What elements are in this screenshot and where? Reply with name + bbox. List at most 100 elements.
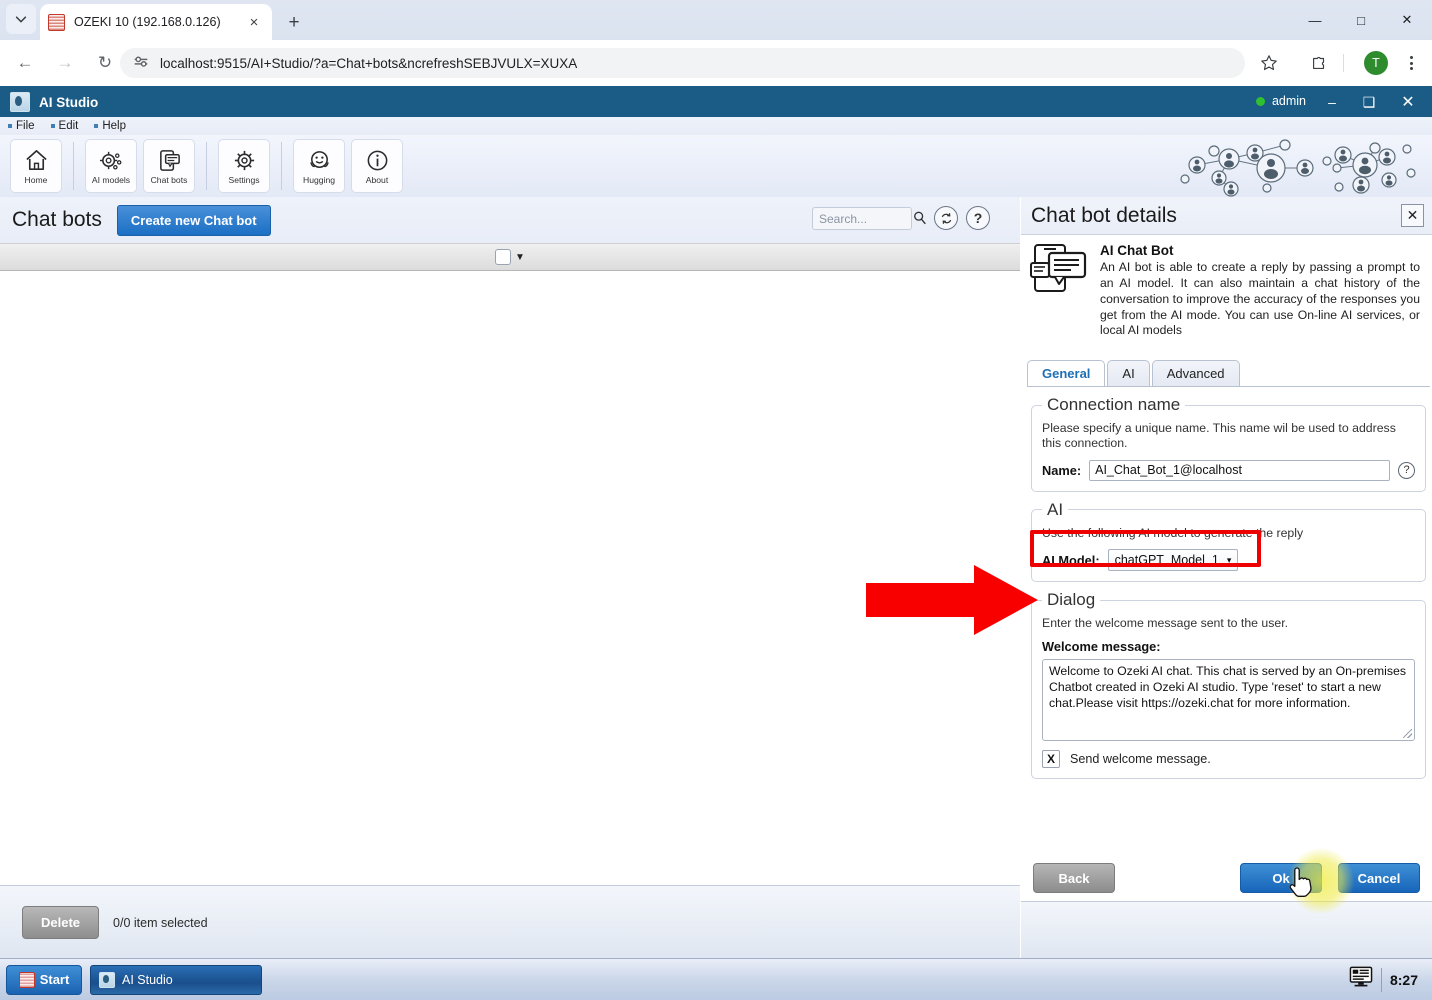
address-bar[interactable]: localhost:9515/AI+Studio/?a=Chat+bots&nc…: [120, 48, 1245, 78]
tab-title: OZEKI 10 (192.168.0.126): [74, 15, 221, 29]
delete-button[interactable]: Delete: [22, 906, 100, 939]
taskbar: Start AI Studio 8:27: [0, 958, 1432, 1000]
start-logo-icon: [18, 971, 35, 988]
toolbar-button-ai-models[interactable]: AI models: [85, 139, 137, 193]
browser-minimize-button[interactable]: —: [1292, 4, 1338, 36]
app-title-bar: AI Studio admin – ❑ ✕: [0, 87, 1432, 117]
tab-search-button[interactable]: [6, 4, 36, 34]
name-label: Name:: [1042, 462, 1082, 478]
connection-name-hint: Please specify a unique name. This name …: [1042, 421, 1396, 451]
star-icon: [1261, 55, 1277, 71]
resize-grip-icon[interactable]: [1403, 729, 1412, 739]
name-field-row: Name: AI_Chat_Bot_1@localhost ?: [1042, 459, 1415, 481]
select-all-checkbox[interactable]: [495, 249, 512, 265]
toolbar-label: About: [365, 175, 389, 185]
ai-model-select[interactable]: chatGPT_Model_1 ▾: [1107, 549, 1239, 572]
chevron-down-icon[interactable]: ▼: [515, 252, 525, 263]
toolbar-divider: [206, 142, 207, 190]
toolbar-label: Hugging: [302, 175, 335, 185]
browser-maximize-button[interactable]: □: [1338, 4, 1384, 36]
extensions-icon[interactable]: [1306, 50, 1332, 76]
toolbar-button-hugging[interactable]: Hugging: [293, 139, 345, 193]
home-icon: [22, 147, 50, 173]
send-welcome-message-label: Send welcome message.: [1070, 752, 1211, 767]
start-button[interactable]: Start: [6, 964, 82, 995]
connection-name-group: Connection name Please specify a unique …: [1031, 395, 1426, 492]
app-minimize-button[interactable]: –: [1314, 87, 1350, 117]
gear-icon: [230, 147, 258, 173]
chat-bots-list-panel: Chat bots Create new Chat bot Search...: [0, 197, 1020, 959]
details-action-buttons: Back Ok Cancel: [1021, 855, 1432, 901]
bookmark-star-icon[interactable]: [1256, 50, 1282, 76]
details-intro-title: AI Chat Bot: [1100, 243, 1174, 258]
search-icon[interactable]: [912, 210, 928, 231]
chat-bots-header: Chat bots Create new Chat bot Search...: [0, 197, 1020, 243]
clock: 8:27: [1389, 971, 1418, 988]
display-icon[interactable]: [1349, 966, 1373, 993]
taskbar-item-ai-studio[interactable]: AI Studio: [90, 964, 262, 995]
name-help-icon[interactable]: ?: [1398, 461, 1415, 479]
tab-ai[interactable]: AI: [1107, 360, 1150, 386]
chevron-down-icon: [15, 16, 27, 23]
dialog-group: Dialog Enter the welcome message sent to…: [1031, 590, 1426, 780]
app-close-button[interactable]: ✕: [1390, 87, 1426, 117]
refresh-icon[interactable]: [934, 206, 958, 230]
help-icon[interactable]: ?: [966, 206, 990, 230]
menu-file[interactable]: File: [8, 120, 35, 132]
ai-group: AI Use the following AI model to generat…: [1031, 499, 1426, 583]
profile-avatar[interactable]: T: [1364, 51, 1388, 75]
account-name: admin: [1271, 94, 1306, 108]
app-toolbar: Home AI models Chat bots Settings Huggin…: [0, 135, 1432, 197]
screen-root: OZEKI 10 (192.168.0.126) × + — □ ✕ ← → ↻…: [0, 0, 1432, 1000]
details-header: Chat bot details ✕: [1021, 197, 1432, 235]
toolbar-button-about[interactable]: About: [351, 139, 403, 193]
back-button[interactable]: Back: [1033, 863, 1115, 893]
account-indicator[interactable]: admin: [1255, 94, 1306, 108]
name-input[interactable]: AI_Chat_Bot_1@localhost: [1089, 459, 1390, 481]
chat-bots-table-body: [0, 271, 1020, 885]
selection-status: 0/0 item selected: [113, 915, 208, 930]
toolbar-divider: [281, 142, 282, 190]
tab-close-icon[interactable]: ×: [244, 12, 264, 32]
page-title: Chat bots: [12, 208, 102, 231]
forward-button[interactable]: →: [50, 48, 80, 78]
toolbar-label: Home: [24, 175, 48, 185]
tab-advanced[interactable]: Advanced: [1151, 360, 1240, 386]
new-tab-button[interactable]: +: [280, 8, 308, 36]
reload-button[interactable]: ↻: [90, 48, 120, 78]
back-button[interactable]: ←: [10, 48, 40, 78]
browser-tab[interactable]: OZEKI 10 (192.168.0.126) ×: [40, 4, 272, 40]
menu-dot: [1409, 67, 1413, 70]
cancel-button[interactable]: Cancel: [1338, 863, 1420, 893]
close-details-button[interactable]: ✕: [1401, 204, 1424, 227]
toolbar-divider: [73, 142, 74, 190]
search-input[interactable]: Search...: [812, 207, 912, 230]
dialog-legend: Dialog: [1047, 590, 1096, 610]
toolbar-button-home[interactable]: Home: [10, 139, 62, 193]
app-maximize-button[interactable]: ❑: [1351, 87, 1387, 117]
table-header: ▼: [0, 243, 1020, 271]
toolbar-button-settings[interactable]: Settings: [218, 139, 270, 193]
browser-menu-button[interactable]: [1398, 50, 1424, 76]
details-footer-fill: [1021, 901, 1432, 959]
menu-dot: [1409, 56, 1413, 59]
details-title: Chat bot details: [1031, 203, 1177, 227]
app-title: AI Studio: [39, 94, 99, 110]
toolbar-button-chat-bots[interactable]: Chat bots: [143, 139, 195, 193]
menu-help[interactable]: Help: [94, 120, 126, 132]
send-welcome-message-checkbox[interactable]: X: [1042, 750, 1060, 769]
create-new-chat-bot-button[interactable]: Create new Chat bot: [116, 204, 271, 236]
tab-general[interactable]: General: [1027, 360, 1106, 386]
connection-name-legend: Connection name: [1047, 395, 1181, 414]
chatbot-icon: [155, 147, 183, 173]
details-intro-text-block: AI Chat Bot An AI bot is able to create …: [1100, 243, 1420, 368]
toolbar-label: AI models: [91, 175, 131, 185]
browser-close-button[interactable]: ✕: [1384, 4, 1430, 36]
ok-button[interactable]: Ok: [1240, 863, 1322, 893]
address-bar-url: localhost:9515/AI+Studio/?a=Chat+bots&nc…: [160, 55, 578, 71]
menu-edit[interactable]: Edit: [51, 120, 79, 132]
menu-dot: [1409, 61, 1413, 65]
list-footer: Delete 0/0 item selected: [0, 885, 1020, 959]
welcome-message-textarea[interactable]: Welcome to Ozeki AI chat. This chat is s…: [1042, 659, 1415, 742]
hugging-face-icon: [305, 147, 333, 173]
